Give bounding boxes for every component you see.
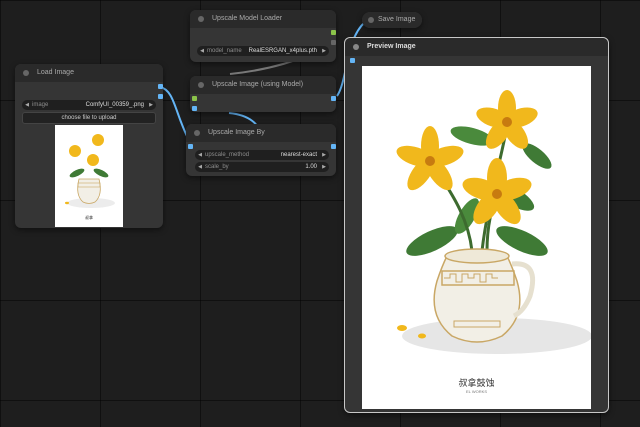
image-input-port[interactable] xyxy=(192,106,197,111)
left-arrow-icon[interactable]: ◀ xyxy=(195,162,205,172)
node-title[interactable]: Upscale Image (using Model) xyxy=(190,76,336,94)
left-arrow-icon[interactable]: ◀ xyxy=(197,46,207,56)
upscale-method-combo[interactable]: ◀ upscale_method nearest-exact ▶ xyxy=(195,150,329,160)
right-arrow-icon[interactable]: ▶ xyxy=(319,162,329,172)
output-port-2[interactable] xyxy=(331,40,336,45)
left-arrow-icon[interactable]: ◀ xyxy=(22,100,32,110)
left-arrow-icon[interactable]: ◀ xyxy=(195,150,205,160)
upscale-image-by-node[interactable]: Upscale Image By ◀ upscale_method neares… xyxy=(186,124,336,176)
model-output-port[interactable] xyxy=(331,30,336,35)
upscale-model-loader-node[interactable]: Upscale Model Loader ◀ model_name RealES… xyxy=(190,10,336,62)
node-title[interactable]: Upscale Image By xyxy=(186,124,336,142)
mask-output-port[interactable] xyxy=(158,94,163,99)
node-title[interactable]: Save Image xyxy=(362,12,422,28)
image-output-port[interactable] xyxy=(331,96,336,101)
save-image-node[interactable]: Save Image xyxy=(362,12,422,28)
flower-vase-illustration xyxy=(396,90,592,354)
image-caption: 叔拿鼓蚀 xyxy=(458,379,495,389)
model-name-combo[interactable]: ◀ model_name RealESRGAN_x4plus.pth ▶ xyxy=(197,46,329,56)
image-output-port[interactable] xyxy=(331,144,336,149)
node-title[interactable]: Preview Image xyxy=(345,38,608,56)
image-subcaption: EL WORKS xyxy=(466,389,487,394)
scale-by-number[interactable]: ◀ scale_by 1.00 ▶ xyxy=(195,162,329,172)
thumbnail-caption: 叔拿 xyxy=(85,215,93,220)
right-arrow-icon[interactable]: ▶ xyxy=(319,150,329,160)
right-arrow-icon[interactable]: ▶ xyxy=(319,46,329,56)
preview-image-node[interactable]: Preview Image 叔拿鼓蚀 EL WORKS xyxy=(344,37,609,413)
image-output-port[interactable] xyxy=(158,84,163,89)
image-input-port[interactable] xyxy=(188,144,193,149)
collapse-dot[interactable] xyxy=(198,16,204,22)
upload-button[interactable]: choose file to upload xyxy=(22,112,156,124)
image-combo[interactable]: ◀ image ComfyUI_00359_.png ▶ xyxy=(22,100,156,110)
preview-image-canvas: 叔拿鼓蚀 EL WORKS xyxy=(362,66,592,409)
node-title[interactable]: Load Image xyxy=(15,64,163,82)
thumbnail-illustration xyxy=(65,134,115,208)
right-arrow-icon[interactable]: ▶ xyxy=(146,100,156,110)
collapse-dot[interactable] xyxy=(353,44,359,50)
upscale-model-input-port[interactable] xyxy=(192,96,197,101)
images-input-port[interactable] xyxy=(350,58,355,63)
collapse-dot[interactable] xyxy=(368,17,374,23)
collapse-dot[interactable] xyxy=(194,130,200,136)
node-title[interactable]: Upscale Model Loader xyxy=(190,10,336,28)
load-image-node[interactable]: Load Image ◀ image ComfyUI_00359_.png ▶ … xyxy=(15,64,163,228)
collapse-dot[interactable] xyxy=(23,70,29,76)
upscale-image-using-model-node[interactable]: Upscale Image (using Model) xyxy=(190,76,336,112)
collapse-dot[interactable] xyxy=(198,82,204,88)
load-image-thumbnail: 叔拿 xyxy=(55,125,123,227)
